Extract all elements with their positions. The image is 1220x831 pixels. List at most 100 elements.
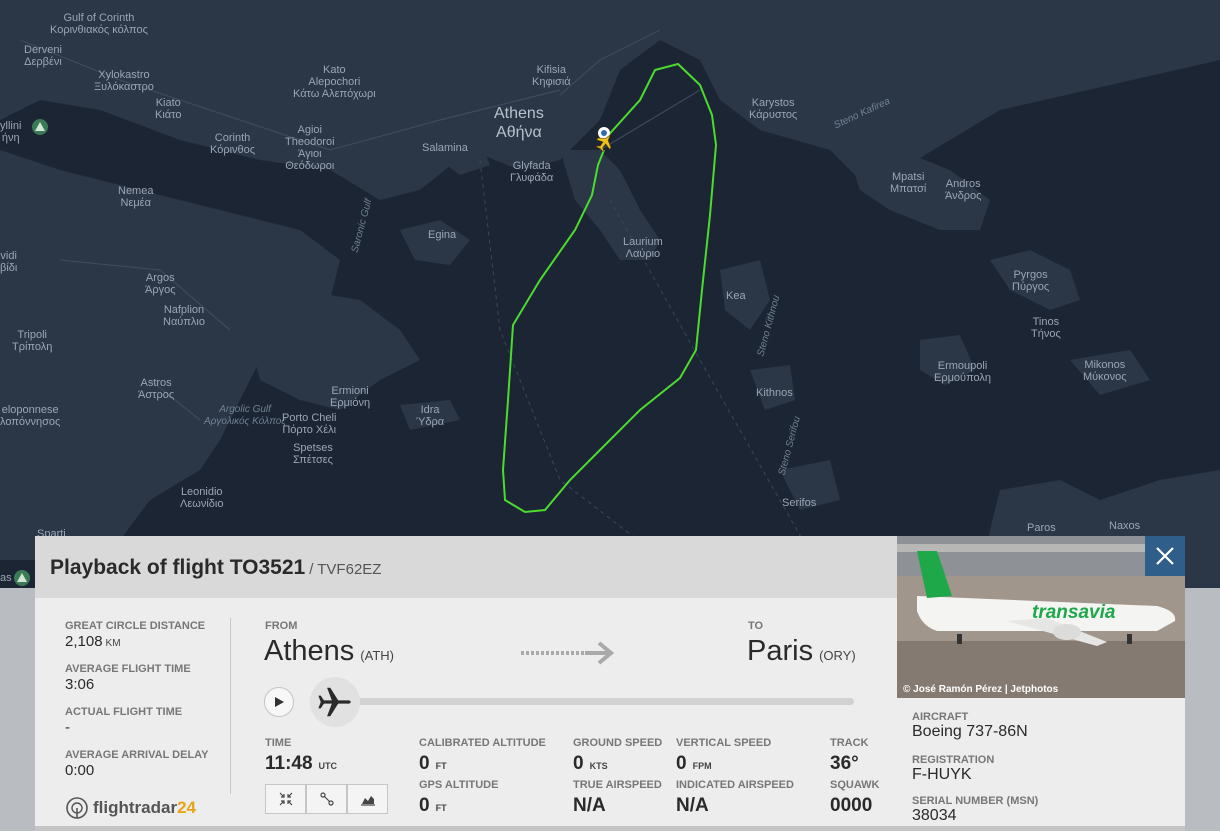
livery-text: transavia <box>1032 602 1116 623</box>
map-label-derveni: Derveni Δερβένι <box>24 44 62 68</box>
column-divider <box>230 618 231 794</box>
vertical-speed-value: 0 FPM <box>676 753 712 774</box>
land-egina <box>400 220 470 265</box>
aircraft-photo[interactable]: transavia © José Ramón Pérez | Jetphotos <box>897 536 1185 698</box>
arrow-dashed-icon <box>521 641 615 665</box>
map-label-kiato: Kiato Κιάτο <box>155 97 182 121</box>
serial-number-value: 38034 <box>912 807 957 824</box>
indicated-airspeed-label: INDICATED AIRSPEED <box>676 779 794 791</box>
map-label-astros: Astros Άστρος <box>138 377 175 401</box>
from-label: FROM <box>265 620 298 632</box>
map-label-porto-cheli: Porto Cheli Πόρτο Χέλι <box>282 412 337 436</box>
origin-city: Athens (ATH) <box>264 635 394 667</box>
map-label-idra: Idra Ύδρα <box>416 404 445 428</box>
close-icon <box>1156 547 1174 565</box>
collapse-button[interactable] <box>265 784 306 814</box>
average-arrival-delay-label: AVERAGE ARRIVAL DELAY <box>65 749 209 761</box>
registration-value: F-HUYK <box>912 766 972 783</box>
brand-name: flightradar24 <box>93 798 196 817</box>
map-label-karystos: Karystos Κάρυστος <box>749 97 798 121</box>
true-airspeed-value: N/A <box>573 795 606 816</box>
registration-label: REGISTRATION <box>912 754 995 766</box>
map-label-kato-alepochori: Kato Alepochori Κάτω Αλεπόχωρι <box>293 64 376 100</box>
squawk-label: SQUAWK <box>830 779 880 791</box>
average-flight-time-label: AVERAGE FLIGHT TIME <box>65 663 191 675</box>
map-label-athens: Athens Αθήνα <box>494 105 544 141</box>
map-label-ermoupoli: Ermoupoli Ερμούπολη <box>934 360 992 384</box>
panel-bottom-bar <box>35 826 1185 831</box>
map-label-kea: Kea <box>726 290 746 302</box>
map-label-mpatsi: Mpatsi Μπατσί <box>890 171 927 195</box>
close-button[interactable] <box>1145 536 1185 576</box>
map-label-argolic-gulf: Argolic Gulf Αργολικός Κόλπος <box>204 404 287 427</box>
flightradar24-logo[interactable]: flightradar24 <box>65 796 196 820</box>
chart-icon <box>360 796 375 806</box>
actual-flight-time-value: - <box>65 719 70 736</box>
panel-header: Playback of flight TO3521/ TVF62EZ <box>35 536 897 598</box>
serial-number-label: SERIAL NUMBER (MSN) <box>912 795 1039 807</box>
route-button[interactable] <box>306 784 347 814</box>
gps-altitude-label: GPS ALTITUDE <box>419 779 499 791</box>
map-label-kifisia: Kifisia Κηφισιά <box>532 64 571 88</box>
calibrated-altitude-label: CALIBRATED ALTITUDE <box>419 737 546 749</box>
flightradar24-logo-icon <box>66 797 88 819</box>
play-icon <box>275 697 284 707</box>
map-label-glyfada: Glyfada Γλυφάδα <box>510 160 554 184</box>
map-label-tripoli: Tripoli Τρίπολη <box>12 329 53 353</box>
average-arrival-delay-value: 0:00 <box>65 762 95 779</box>
map-label-xylokastro: Xylokastro Ξυλόκαστρο <box>94 69 154 93</box>
page-title: Playback of flight TO3521/ TVF62EZ <box>50 556 382 579</box>
map-label-serifos: Serifos <box>782 497 817 509</box>
to-label: TO <box>748 620 764 632</box>
gps-altitude-value: 0 FT <box>419 795 447 816</box>
map-label-mikonos: Mikonos Μύκονος <box>1083 359 1127 383</box>
map-label-egina: Egina <box>428 229 457 241</box>
map-label-kyllini: yllini ήνη <box>0 120 22 144</box>
plane-icon <box>318 687 351 717</box>
map-label-agioi-theodoroi: Agioi Theodoroi Άγιοι Θεόδωροι <box>285 124 335 172</box>
great-circle-distance-label: GREAT CIRCLE DISTANCE <box>65 620 206 632</box>
flight-map[interactable]: Gulf of Corinth Κορινθιακός κόλπος Derven… <box>0 0 1220 588</box>
map-label-andros: Andros Άνδρος <box>945 178 982 202</box>
play-button[interactable] <box>264 687 294 717</box>
map-label-paros: Paros <box>1027 522 1056 534</box>
map-label-salamina: Salamina <box>422 142 468 154</box>
time-value: 11:48 UTC <box>265 753 338 774</box>
map-label-corinth: Corinth Κόρινθος <box>210 132 256 156</box>
ground-speed-value: 0 KTS <box>573 753 608 774</box>
park-icon-kyllini <box>32 119 48 135</box>
map-label-naxos: Naxos <box>1109 520 1141 532</box>
map-label-leonidio: Leonidio Λεωνίδιο <box>180 486 224 510</box>
map-label-argos: Argos Άργος <box>145 272 176 296</box>
playback-timeline[interactable] <box>331 698 854 705</box>
map-label-pyrgos: Pyrgos Πύργος <box>1012 269 1050 293</box>
map-label-peloponnese: eloponnese λοπόννησος <box>0 404 61 428</box>
map-label-nafplion: Nafplion Ναύπλιο <box>163 304 205 328</box>
track-value: 36° <box>830 753 859 774</box>
aircraft-value: Boeing 737-86N <box>912 723 1028 740</box>
map-label-nemea: Nemea Νεμέα <box>118 185 154 209</box>
map-label-tinos: Tinos Τήνος <box>1031 316 1061 340</box>
photo-credit[interactable]: © José Ramón Pérez | Jetphotos <box>903 684 1058 695</box>
destination-city: Paris (ORY) <box>747 635 856 667</box>
park-icon-sparti <box>14 570 30 586</box>
indicated-airspeed-value: N/A <box>676 795 709 816</box>
timeline-handle[interactable] <box>310 677 360 727</box>
playback-panel: Playback of flight TO3521/ TVF62EZ GREAT… <box>35 536 1185 831</box>
route-icon <box>319 792 334 806</box>
altitude-chart-button[interactable] <box>347 784 388 814</box>
map-label-spetses: Spetses Σπέτσες <box>293 442 333 466</box>
collapse-icon <box>279 792 292 806</box>
map-label-gulf-of-corinth: Gulf of Corinth Κορινθιακός κόλπος <box>50 12 148 36</box>
aircraft-label: AIRCRAFT <box>912 711 969 723</box>
map-label-lavrio: Laurium Λαύριο <box>623 236 663 260</box>
great-circle-distance-value: 2,108 KM <box>65 633 121 650</box>
map-label-as: as <box>0 572 12 584</box>
actual-flight-time-label: ACTUAL FLIGHT TIME <box>65 706 183 718</box>
average-flight-time-value: 3:06 <box>65 676 95 693</box>
vertical-speed-label: VERTICAL SPEED <box>676 737 772 749</box>
map-label-vidi: vidi βίδι <box>0 250 18 274</box>
track-label: TRACK <box>830 737 869 749</box>
map-label-ermioni: Ermioni Ερμιόνη <box>330 385 371 409</box>
callsign: / TVF62EZ <box>309 561 382 578</box>
